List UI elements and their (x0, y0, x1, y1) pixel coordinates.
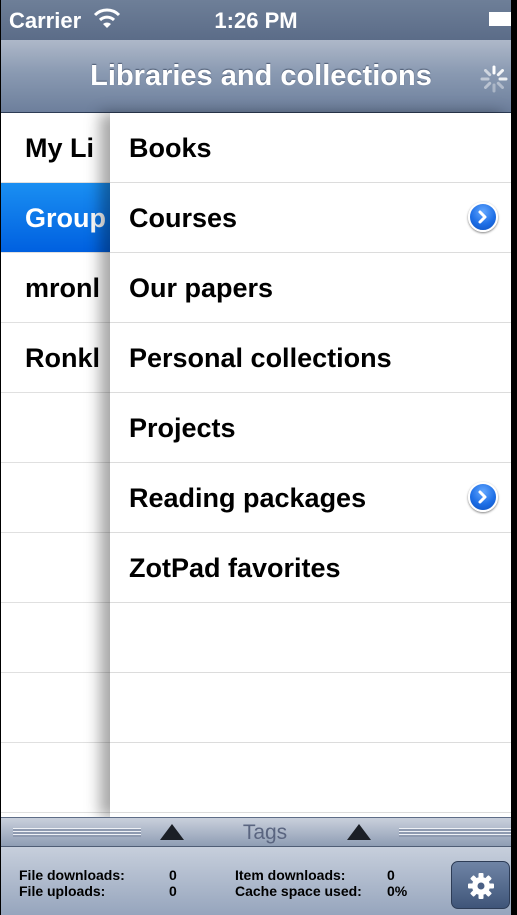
gear-icon (468, 873, 494, 899)
collection-label: Reading packages (129, 483, 367, 513)
bottom-toolbar: File downloads: 0 File uploads: 0 Item dow… (1, 847, 511, 915)
chevron-right-disclosure-icon[interactable] (468, 482, 498, 512)
stat-value: 0% (387, 883, 408, 899)
collection-label: Projects (129, 413, 236, 443)
empty-row (110, 673, 511, 743)
collection-label: ZotPad favorites (129, 553, 341, 583)
stat-label: File uploads: (19, 883, 106, 899)
collection-row[interactable]: Books (110, 113, 511, 183)
activity-spinner-icon (480, 65, 508, 93)
library-label: Ronkl (25, 343, 101, 373)
navigation-bar: Libraries and collections (1, 40, 511, 113)
stat-label: Cache space used: (235, 883, 362, 899)
app-window: Carrier 1:26 PM Libraries and collection… (0, 0, 517, 915)
collection-label: Personal collections (129, 343, 392, 373)
cache-stats: Item downloads: 0 Cache space used: 0% (235, 867, 407, 899)
stat-label: File downloads: (19, 867, 125, 883)
collection-label: Books (129, 133, 212, 163)
tag-drawer-handle[interactable]: Tags (1, 817, 511, 847)
library-label: My Li (25, 133, 95, 163)
status-time: 1:26 PM (214, 8, 298, 33)
collection-row[interactable]: Courses (110, 183, 511, 253)
collections-panel: Books Courses Our papers Personal collec… (110, 113, 511, 817)
collection-row[interactable]: Our papers (110, 253, 511, 323)
status-bar: Carrier 1:26 PM (1, 0, 511, 40)
stat-value: 0 (169, 883, 177, 899)
empty-row (110, 603, 511, 673)
stat-value: 0 (387, 867, 395, 883)
battery-icon (489, 12, 511, 26)
library-label: Group (25, 203, 106, 233)
collection-row[interactable]: Reading packages (110, 463, 511, 533)
collection-row[interactable]: ZotPad favorites (110, 533, 511, 603)
collection-row[interactable]: Personal collections (110, 323, 511, 393)
collection-label: Our papers (129, 273, 274, 303)
chevron-right-disclosure-icon[interactable] (468, 202, 498, 232)
triangle-up-icon (347, 824, 371, 840)
empty-row (110, 743, 511, 813)
transfer-stats: File downloads: 0 File uploads: 0 (19, 867, 177, 899)
library-label: mronl (25, 273, 101, 303)
collection-row[interactable]: Projects (110, 393, 511, 463)
grip-lines (399, 828, 511, 837)
collection-label: Courses (129, 203, 238, 233)
stat-label: Item downloads: (235, 867, 346, 883)
stat-value: 0 (169, 867, 177, 883)
page-title: Libraries and collections (90, 60, 432, 92)
settings-button[interactable] (451, 861, 510, 909)
